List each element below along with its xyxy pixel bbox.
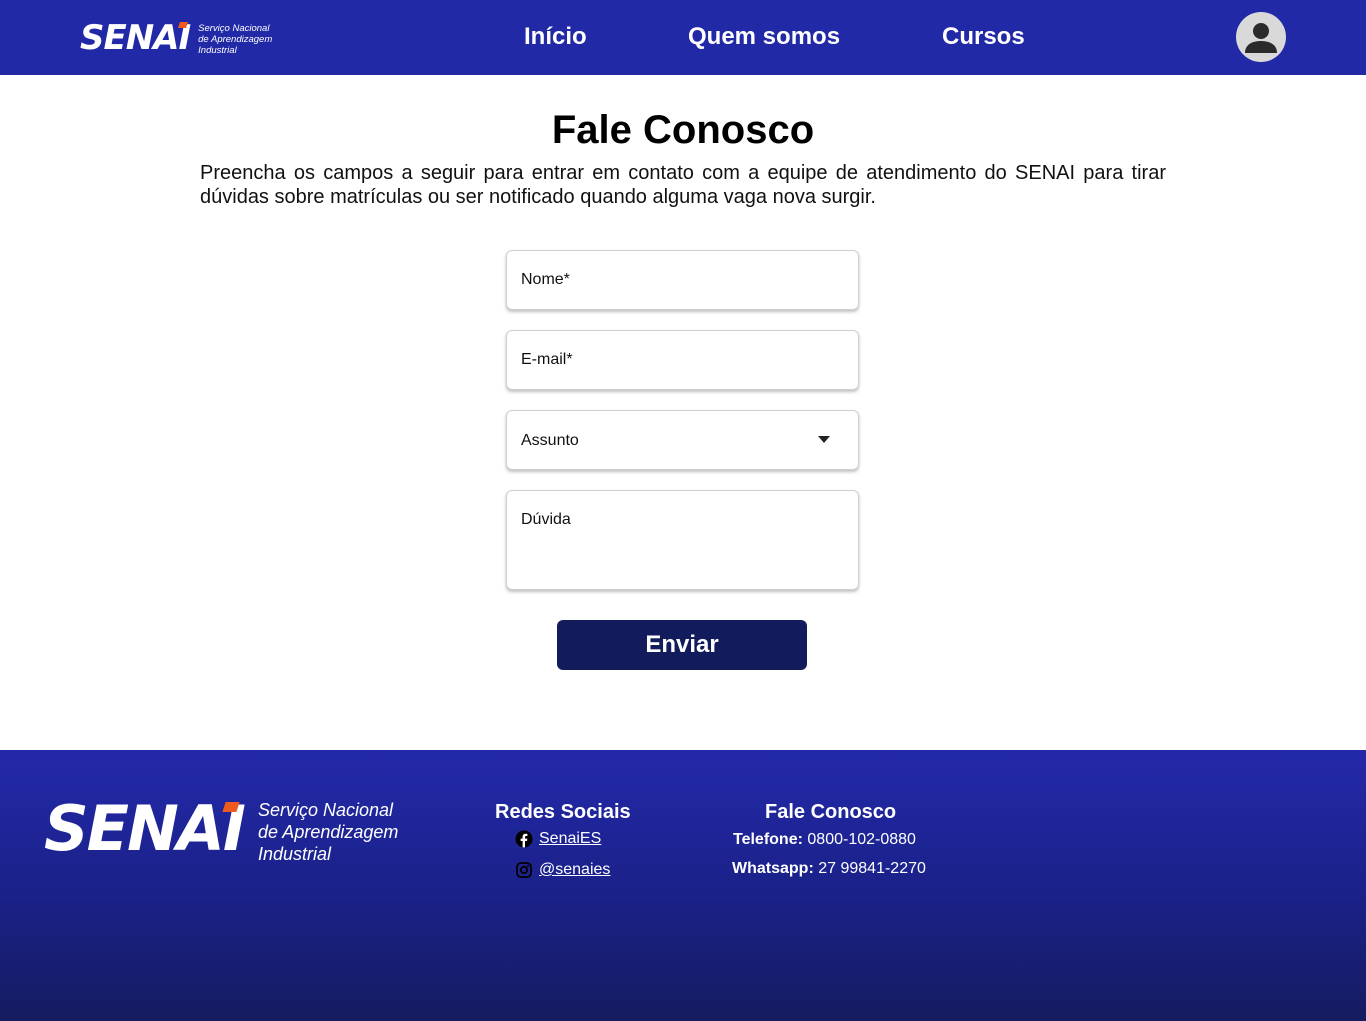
footer-logo-wordmark: SENAI: [44, 796, 246, 862]
name-input[interactable]: [507, 251, 858, 309]
intro-text: Preencha os campos a seguir para entrar …: [200, 162, 1166, 208]
instagram-link[interactable]: @senaies: [539, 860, 610, 880]
footer-logo-tagline: Serviço Nacional de Aprendizagem Industr…: [258, 799, 398, 865]
site-footer: SENAI Serviço Nacional de Aprendizagem I…: [0, 750, 1366, 1021]
chevron-down-icon: [818, 436, 830, 443]
question-field-wrapper: [506, 490, 859, 590]
subject-select[interactable]: Assunto: [506, 410, 859, 470]
nav-link-quem-somos[interactable]: Quem somos: [688, 22, 840, 52]
facebook-link[interactable]: SenaiES: [539, 829, 601, 849]
contact-whatsapp: Whatsapp: 27 99841-2270: [732, 859, 926, 879]
footer-logo-word-text: SENAI: [44, 792, 246, 865]
contact-phone: Telefone: 0800-102-0880: [733, 830, 916, 850]
footer-logo-tagline-line: de Aprendizagem: [257, 822, 399, 842]
social-facebook: SenaiES: [515, 829, 601, 849]
nav-link-inicio[interactable]: Início: [524, 22, 587, 52]
facebook-icon: [515, 830, 533, 848]
user-avatar-icon: [1245, 23, 1277, 53]
footer-logo-tagline-line: Industrial: [257, 844, 331, 864]
nav-link-cursos[interactable]: Cursos: [942, 22, 1025, 52]
site-header: SENAI Serviço Nacional de Aprendizagem I…: [0, 0, 1366, 75]
email-field-wrapper: [506, 330, 859, 390]
logo-tagline-line: de Aprendizagem: [198, 33, 273, 45]
logo-tagline-line: Industrial: [198, 44, 237, 56]
logo-tagline: Serviço Nacional de Aprendizagem Industr…: [198, 23, 272, 56]
page-title: Fale Conosco: [551, 108, 815, 152]
contact-section-title: Fale Conosco: [765, 801, 897, 823]
footer-logo-tagline-line: Serviço Nacional: [257, 800, 394, 820]
instagram-icon: [516, 862, 532, 878]
social-instagram: @senaies: [515, 860, 610, 880]
footer-senai-logo: SENAI Serviço Nacional de Aprendizagem I…: [44, 796, 398, 865]
logo-tagline-line: Serviço Nacional: [198, 22, 270, 34]
question-textarea[interactable]: [507, 491, 858, 589]
phone-label: Telefone:: [733, 831, 803, 848]
logo-word-text: SENAI: [80, 18, 191, 58]
senai-logo[interactable]: SENAI Serviço Nacional de Aprendizagem I…: [80, 18, 272, 58]
logo-wordmark: SENAI: [80, 18, 191, 58]
phone-value: 0800-102-0880: [807, 831, 916, 848]
whatsapp-label: Whatsapp:: [732, 860, 814, 877]
name-field-wrapper: [506, 250, 859, 310]
user-avatar-button[interactable]: [1236, 12, 1286, 62]
social-section-title: Redes Sociais: [495, 801, 631, 823]
submit-button[interactable]: Enviar: [557, 620, 807, 670]
email-input[interactable]: [507, 331, 858, 389]
subject-select-label: Assunto: [521, 432, 579, 449]
whatsapp-value: 27 99841-2270: [818, 860, 926, 877]
